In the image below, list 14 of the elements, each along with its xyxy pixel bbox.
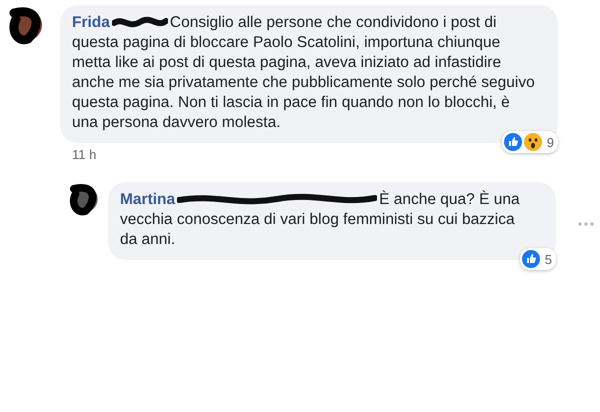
reaction-count: 9 (546, 134, 554, 150)
like-icon (504, 133, 522, 151)
reactions-badge[interactable]: 5 (520, 248, 556, 270)
comment-text: Frida Consiglio alle persone che condividono i post di questa pagina di bloccare Paolo Scatolini, importuna chiunque metta like ai post di questa pagina, aveva iniziato ad infastidire anche me sia privatamente che pubblicamente solo perché seguivo questa pagina. Non ti lascia in pace fin quando non lo blocchi, è una persona davvero molesta. (72, 13, 536, 133)
redaction-scribble (112, 16, 168, 30)
avatar[interactable] (8, 5, 44, 45)
comment-text: Martina È anche qua? È una vecchia conoscenza di vari blog femministi su cui bazzica da anni. (120, 190, 521, 250)
surprised-face-icon (524, 133, 542, 151)
reaction-count: 5 (544, 252, 552, 266)
reactions-badge[interactable]: 9 (502, 131, 558, 153)
avatar[interactable] (68, 182, 100, 216)
author-link[interactable]: Frida (72, 14, 110, 31)
like-icon (522, 250, 540, 268)
author-link[interactable]: Martina (120, 191, 176, 208)
